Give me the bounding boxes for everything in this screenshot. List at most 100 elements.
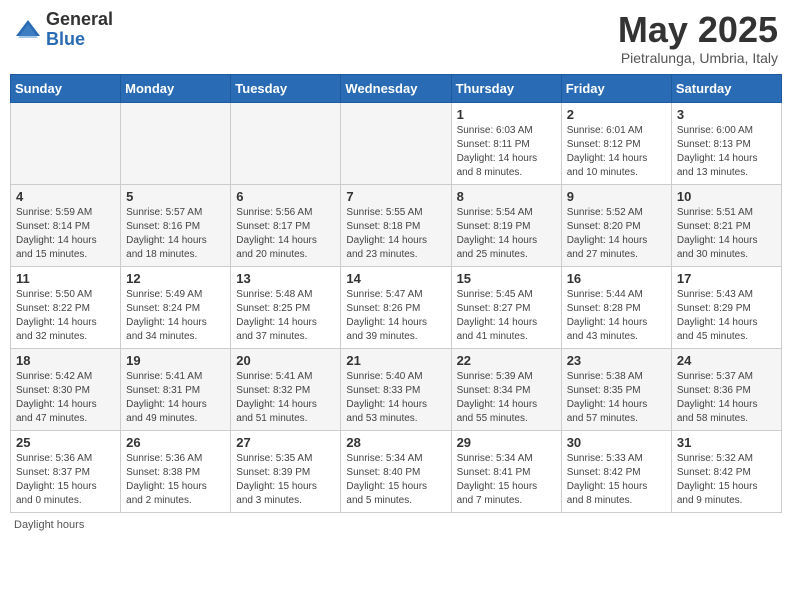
day-info: Sunrise: 5:41 AM Sunset: 8:32 PM Dayligh… xyxy=(236,370,335,426)
calendar-day-cell: 3 Sunrise: 6:00 AM Sunset: 8:13 PM Daylig… xyxy=(671,102,781,184)
calendar-day-cell: 14 Sunrise: 5:47 AM Sunset: 8:26 PM Dayli… xyxy=(341,266,451,348)
day-info: Sunrise: 5:52 AM Sunset: 8:20 PM Dayligh… xyxy=(567,206,666,262)
day-info: Sunrise: 5:41 AM Sunset: 8:31 PM Dayligh… xyxy=(126,370,225,426)
day-info: Sunrise: 6:01 AM Sunset: 8:12 PM Dayligh… xyxy=(567,124,666,180)
day-info: Sunrise: 6:03 AM Sunset: 8:11 PM Dayligh… xyxy=(457,124,556,180)
day-number: 26 xyxy=(126,435,225,450)
calendar-day-cell: 31Sunrise: 5:32 AM Sunset: 8:42 PM Dayli… xyxy=(671,430,781,512)
location-subtitle: Pietralunga, Umbria, Italy xyxy=(618,50,778,66)
calendar-day-cell xyxy=(231,102,341,184)
day-info: Sunrise: 6:00 AM Sunset: 8:13 PM Dayligh… xyxy=(677,124,776,180)
calendar-day-cell xyxy=(121,102,231,184)
calendar-day-cell: 6 Sunrise: 5:56 AM Sunset: 8:17 PM Daylig… xyxy=(231,184,341,266)
day-number: 17 xyxy=(677,271,776,286)
calendar-day-cell: 12 Sunrise: 5:49 AM Sunset: 8:24 PM Dayli… xyxy=(121,266,231,348)
calendar-day-cell: 24Sunrise: 5:37 AM Sunset: 8:36 PM Dayli… xyxy=(671,348,781,430)
calendar-day-cell: 5Sunrise: 5:57 AM Sunset: 8:16 PM Daylig… xyxy=(121,184,231,266)
day-number: 30 xyxy=(567,435,666,450)
calendar-day-cell: 1 Sunrise: 6:03 AM Sunset: 8:11 PM Daylig… xyxy=(451,102,561,184)
day-number: 29 xyxy=(457,435,556,450)
calendar-day-cell: 11 Sunrise: 5:50 AM Sunset: 8:22 PM Dayli… xyxy=(11,266,121,348)
calendar-day-cell: 13Sunrise: 5:48 AM Sunset: 8:25 PM Dayli… xyxy=(231,266,341,348)
day-number: 28 xyxy=(346,435,445,450)
calendar-header-thursday: Thursday xyxy=(451,74,561,102)
day-info: Sunrise: 5:47 AM Sunset: 8:26 PM Dayligh… xyxy=(346,288,445,344)
day-number: 7 xyxy=(346,189,445,204)
day-info: Sunrise: 5:59 AM Sunset: 8:14 PM Dayligh… xyxy=(16,206,115,262)
day-info: Sunrise: 5:33 AM Sunset: 8:42 PM Dayligh… xyxy=(567,452,666,508)
calendar-day-cell: 15Sunrise: 5:45 AM Sunset: 8:27 PM Dayli… xyxy=(451,266,561,348)
month-title: May 2025 xyxy=(618,10,778,50)
calendar-day-cell xyxy=(11,102,121,184)
calendar-day-cell: 22Sunrise: 5:39 AM Sunset: 8:34 PM Dayli… xyxy=(451,348,561,430)
day-info: Sunrise: 5:49 AM Sunset: 8:24 PM Dayligh… xyxy=(126,288,225,344)
day-info: Sunrise: 5:39 AM Sunset: 8:34 PM Dayligh… xyxy=(457,370,556,426)
calendar-day-cell: 25 Sunrise: 5:36 AM Sunset: 8:37 PM Dayli… xyxy=(11,430,121,512)
calendar-day-cell: 9Sunrise: 5:52 AM Sunset: 8:20 PM Daylig… xyxy=(561,184,671,266)
calendar-header-sunday: Sunday xyxy=(11,74,121,102)
day-number: 4 xyxy=(16,189,115,204)
calendar-day-cell: 20 Sunrise: 5:41 AM Sunset: 8:32 PM Dayli… xyxy=(231,348,341,430)
calendar-week-row: 11 Sunrise: 5:50 AM Sunset: 8:22 PM Dayli… xyxy=(11,266,782,348)
calendar-day-cell: 8 Sunrise: 5:54 AM Sunset: 8:19 PM Daylig… xyxy=(451,184,561,266)
day-info: Sunrise: 5:37 AM Sunset: 8:36 PM Dayligh… xyxy=(677,370,776,426)
calendar-header-friday: Friday xyxy=(561,74,671,102)
day-info: Sunrise: 5:36 AM Sunset: 8:38 PM Dayligh… xyxy=(126,452,225,508)
calendar-header-saturday: Saturday xyxy=(671,74,781,102)
calendar-day-cell: 26 Sunrise: 5:36 AM Sunset: 8:38 PM Dayli… xyxy=(121,430,231,512)
day-number: 1 xyxy=(457,107,556,122)
calendar-header-wednesday: Wednesday xyxy=(341,74,451,102)
header: General Blue May 2025 Pietralunga, Umbri… xyxy=(10,10,782,66)
logo-general-text: General xyxy=(46,10,113,30)
calendar-day-cell: 10Sunrise: 5:51 AM Sunset: 8:21 PM Dayli… xyxy=(671,184,781,266)
logo: General Blue xyxy=(14,10,113,50)
calendar-day-cell: 18Sunrise: 5:42 AM Sunset: 8:30 PM Dayli… xyxy=(11,348,121,430)
day-number: 16 xyxy=(567,271,666,286)
day-number: 14 xyxy=(346,271,445,286)
calendar-day-cell: 28Sunrise: 5:34 AM Sunset: 8:40 PM Dayli… xyxy=(341,430,451,512)
day-number: 11 xyxy=(16,271,115,286)
calendar-day-cell: 7 Sunrise: 5:55 AM Sunset: 8:18 PM Daylig… xyxy=(341,184,451,266)
day-info: Sunrise: 5:45 AM Sunset: 8:27 PM Dayligh… xyxy=(457,288,556,344)
day-number: 6 xyxy=(236,189,335,204)
day-number: 27 xyxy=(236,435,335,450)
logo-text: General Blue xyxy=(46,10,113,50)
day-info: Sunrise: 5:40 AM Sunset: 8:33 PM Dayligh… xyxy=(346,370,445,426)
day-number: 12 xyxy=(126,271,225,286)
day-info: Sunrise: 5:50 AM Sunset: 8:22 PM Dayligh… xyxy=(16,288,115,344)
calendar-day-cell: 2 Sunrise: 6:01 AM Sunset: 8:12 PM Daylig… xyxy=(561,102,671,184)
day-info: Sunrise: 5:54 AM Sunset: 8:19 PM Dayligh… xyxy=(457,206,556,262)
footer-note: Daylight hours xyxy=(10,519,782,531)
day-number: 25 xyxy=(16,435,115,450)
day-number: 5 xyxy=(126,189,225,204)
day-info: Sunrise: 5:34 AM Sunset: 8:41 PM Dayligh… xyxy=(457,452,556,508)
calendar-day-cell: 23Sunrise: 5:38 AM Sunset: 8:35 PM Dayli… xyxy=(561,348,671,430)
calendar-week-row: 18Sunrise: 5:42 AM Sunset: 8:30 PM Dayli… xyxy=(11,348,782,430)
calendar-header-row: SundayMondayTuesdayWednesdayThursdayFrid… xyxy=(11,74,782,102)
day-info: Sunrise: 5:42 AM Sunset: 8:30 PM Dayligh… xyxy=(16,370,115,426)
calendar-week-row: 1 Sunrise: 6:03 AM Sunset: 8:11 PM Daylig… xyxy=(11,102,782,184)
calendar-week-row: 25 Sunrise: 5:36 AM Sunset: 8:37 PM Dayli… xyxy=(11,430,782,512)
day-info: Sunrise: 5:36 AM Sunset: 8:37 PM Dayligh… xyxy=(16,452,115,508)
calendar-day-cell: 4 Sunrise: 5:59 AM Sunset: 8:14 PM Daylig… xyxy=(11,184,121,266)
day-number: 2 xyxy=(567,107,666,122)
day-number: 23 xyxy=(567,353,666,368)
calendar-day-cell: 17Sunrise: 5:43 AM Sunset: 8:29 PM Dayli… xyxy=(671,266,781,348)
calendar-table: SundayMondayTuesdayWednesdayThursdayFrid… xyxy=(10,74,782,513)
day-number: 20 xyxy=(236,353,335,368)
calendar-day-cell: 19Sunrise: 5:41 AM Sunset: 8:31 PM Dayli… xyxy=(121,348,231,430)
day-number: 31 xyxy=(677,435,776,450)
calendar-day-cell: 29 Sunrise: 5:34 AM Sunset: 8:41 PM Dayli… xyxy=(451,430,561,512)
day-number: 3 xyxy=(677,107,776,122)
calendar-day-cell xyxy=(341,102,451,184)
calendar-header-monday: Monday xyxy=(121,74,231,102)
calendar-day-cell: 21Sunrise: 5:40 AM Sunset: 8:33 PM Dayli… xyxy=(341,348,451,430)
day-info: Sunrise: 5:55 AM Sunset: 8:18 PM Dayligh… xyxy=(346,206,445,262)
day-number: 8 xyxy=(457,189,556,204)
day-info: Sunrise: 5:56 AM Sunset: 8:17 PM Dayligh… xyxy=(236,206,335,262)
day-number: 13 xyxy=(236,271,335,286)
calendar-header-tuesday: Tuesday xyxy=(231,74,341,102)
day-info: Sunrise: 5:44 AM Sunset: 8:28 PM Dayligh… xyxy=(567,288,666,344)
day-number: 10 xyxy=(677,189,776,204)
calendar-day-cell: 27Sunrise: 5:35 AM Sunset: 8:39 PM Dayli… xyxy=(231,430,341,512)
